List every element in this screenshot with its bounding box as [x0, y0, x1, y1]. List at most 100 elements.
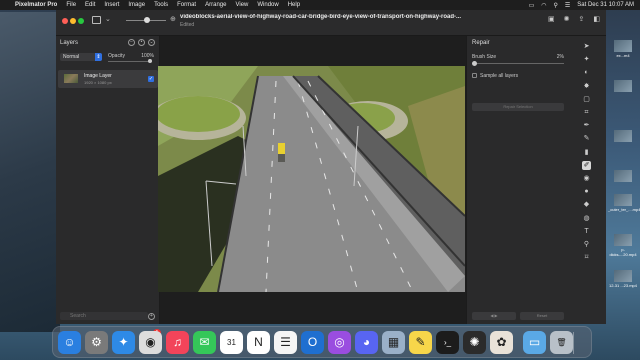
reset-button[interactable]: Reset: [520, 312, 564, 320]
slice-tool-icon[interactable]: ⌑: [582, 253, 591, 262]
layers-toggle-icon[interactable]: ▣: [548, 15, 555, 23]
crop-tool-icon[interactable]: ⌗: [582, 108, 591, 117]
share-icon[interactable]: ⇪: [579, 15, 585, 23]
dock-notion-icon[interactable]: N: [247, 331, 270, 354]
control-center-icon[interactable]: ☰: [565, 2, 570, 9]
chevron-down-icon[interactable]: ⌄: [148, 39, 155, 46]
wifi-icon[interactable]: ◠: [541, 2, 546, 9]
ml-enhance-icon[interactable]: ✺: [564, 15, 570, 23]
paint-tool-icon[interactable]: ✎: [582, 134, 591, 143]
file-thumbnail: [614, 80, 632, 92]
search-icon[interactable]: ⚲: [554, 2, 558, 9]
shape-tool-icon[interactable]: ◍: [582, 214, 591, 223]
arrange-tool-icon[interactable]: ➤: [582, 42, 591, 51]
dock-finder-icon[interactable]: ☺: [58, 331, 81, 354]
zoom-tool-icon[interactable]: ⚲: [582, 240, 591, 249]
menu-format[interactable]: Format: [177, 2, 196, 8]
brush-size-slider[interactable]: [472, 63, 564, 64]
dock-pixelmator-pro-icon[interactable]: ✿: [490, 331, 513, 354]
menu-edit[interactable]: Edit: [85, 2, 95, 8]
dock-calendar-icon[interactable]: 31: [220, 331, 243, 354]
dock-music-icon[interactable]: ♫: [166, 331, 189, 354]
menu-file[interactable]: File: [66, 2, 76, 8]
sidebar-toggle-icon[interactable]: [92, 16, 101, 24]
opacity-value[interactable]: 100%: [141, 53, 154, 59]
desktop-file[interactable]: 12-31 ...23.mp4: [608, 270, 638, 288]
minus-icon[interactable]: −: [128, 39, 135, 46]
dock-chrome-icon[interactable]: ◉: [139, 331, 162, 354]
dock-davinci-resolve-icon[interactable]: ✺: [463, 331, 486, 354]
dock-notes-icon[interactable]: ✎: [409, 331, 432, 354]
document-title: videoblocks-aerial-view-of-highway-road-…: [180, 14, 462, 20]
tools-toggle-icon[interactable]: ◧: [593, 15, 600, 23]
menu-arrange[interactable]: Arrange: [205, 2, 226, 8]
prev-next-button[interactable]: ◀ ▶: [472, 312, 516, 320]
dock-safari-icon[interactable]: ✦: [112, 331, 135, 354]
opacity-label: Opacity: [108, 53, 125, 59]
battery-icon[interactable]: ▭: [529, 2, 535, 9]
layer-row[interactable]: Image Layer 1920 × 1080 px ✓: [58, 70, 158, 88]
opacity-slider-knob[interactable]: [148, 59, 152, 63]
zoom-icon[interactable]: ⊕: [170, 15, 176, 23]
menu-tools[interactable]: Tools: [154, 2, 168, 8]
menu-image[interactable]: Image: [128, 2, 145, 8]
chevron-down-icon[interactable]: ⌄: [105, 15, 111, 23]
layer-size: 1920 × 1080 px: [84, 80, 112, 85]
menu-help[interactable]: Help: [288, 2, 300, 8]
sample-all-layers-checkbox[interactable]: [472, 73, 477, 78]
status-area: ▭ ◠ ⚲ ☰ Sat Dec 31 10:07 AM: [529, 2, 634, 9]
fullscreen-window-button[interactable]: [78, 18, 84, 24]
options-icon[interactable]: •: [138, 39, 145, 46]
dock-reminders-icon[interactable]: ☰: [274, 331, 297, 354]
brush-size-value[interactable]: 2%: [557, 54, 564, 60]
dock-terminal-icon[interactable]: ›_: [436, 331, 459, 354]
sponge-tool-icon[interactable]: ●: [582, 187, 591, 196]
canvas-area[interactable]: [158, 36, 466, 324]
desktop-file[interactable]: ex...m4: [608, 40, 638, 58]
menu-app-name[interactable]: Pixelmator Pro: [15, 2, 57, 8]
clock[interactable]: Sat Dec 31 10:07 AM: [577, 2, 634, 8]
dock-trash-icon[interactable]: 🗑: [550, 331, 573, 354]
canvas-image[interactable]: [158, 66, 465, 292]
distort-tool-icon[interactable]: ◆: [582, 200, 591, 209]
dock: 1 ☺⚙✦◉♫✉31N☰O◎◕▦✎›_✺✿▭🗑: [52, 326, 592, 358]
desktop-file[interactable]: p-dicks-...20.mp4: [608, 234, 638, 257]
retouch-tool-icon[interactable]: ◉: [582, 174, 591, 183]
blend-mode-select[interactable]: Normal ⇕: [60, 53, 102, 61]
text-tool-icon[interactable]: T: [582, 227, 591, 236]
add-layer-icon[interactable]: +: [148, 313, 155, 320]
opacity-slider[interactable]: [108, 61, 152, 62]
desktop-file[interactable]: [608, 170, 638, 183]
minimize-window-button[interactable]: [70, 18, 76, 24]
erase-tool-icon[interactable]: ▮: [582, 148, 591, 157]
sample-all-layers-label[interactable]: Sample all layers: [480, 73, 518, 79]
layers-search-input[interactable]: Search: [60, 312, 148, 320]
dock-messages-icon[interactable]: ✉: [193, 331, 216, 354]
repair-selection-button[interactable]: Repair Selection: [472, 103, 564, 111]
menu-insert[interactable]: Insert: [104, 2, 119, 8]
effects-tool-icon[interactable]: ✸: [582, 82, 591, 91]
layer-visibility-checkbox[interactable]: ✓: [148, 76, 154, 82]
dock-podcasts-icon[interactable]: ◎: [328, 331, 351, 354]
color-adjust-tool-icon[interactable]: ◐: [582, 68, 591, 77]
dock-preview-icon[interactable]: ▦: [382, 331, 405, 354]
brush-size-slider-knob[interactable]: [472, 61, 477, 66]
desktop-file[interactable]: [608, 80, 638, 93]
menu-view[interactable]: View: [235, 2, 248, 8]
close-window-button[interactable]: [62, 18, 68, 24]
dock-folder-icon[interactable]: ▭: [523, 331, 546, 354]
style-tool-icon[interactable]: ✦: [582, 55, 591, 64]
repair-tool-icon[interactable]: ✐: [582, 160, 591, 170]
file-label: ex...m4: [616, 53, 630, 58]
layers-title: Layers: [60, 40, 79, 46]
zoom-slider-knob[interactable]: [144, 17, 150, 23]
dock-discord-icon[interactable]: ◕: [355, 331, 378, 354]
menu-window[interactable]: Window: [257, 2, 278, 8]
desktop-file[interactable]: _cuter_ter_....mp4: [608, 194, 640, 212]
pen-tool-icon[interactable]: ✒: [582, 121, 591, 130]
select-tool-icon[interactable]: ▢: [582, 95, 591, 104]
desktop-file[interactable]: [608, 130, 638, 143]
dock-system-settings-icon[interactable]: ⚙: [85, 331, 108, 354]
file-thumbnail: [614, 234, 632, 246]
dock-outlook-icon[interactable]: O: [301, 331, 324, 354]
